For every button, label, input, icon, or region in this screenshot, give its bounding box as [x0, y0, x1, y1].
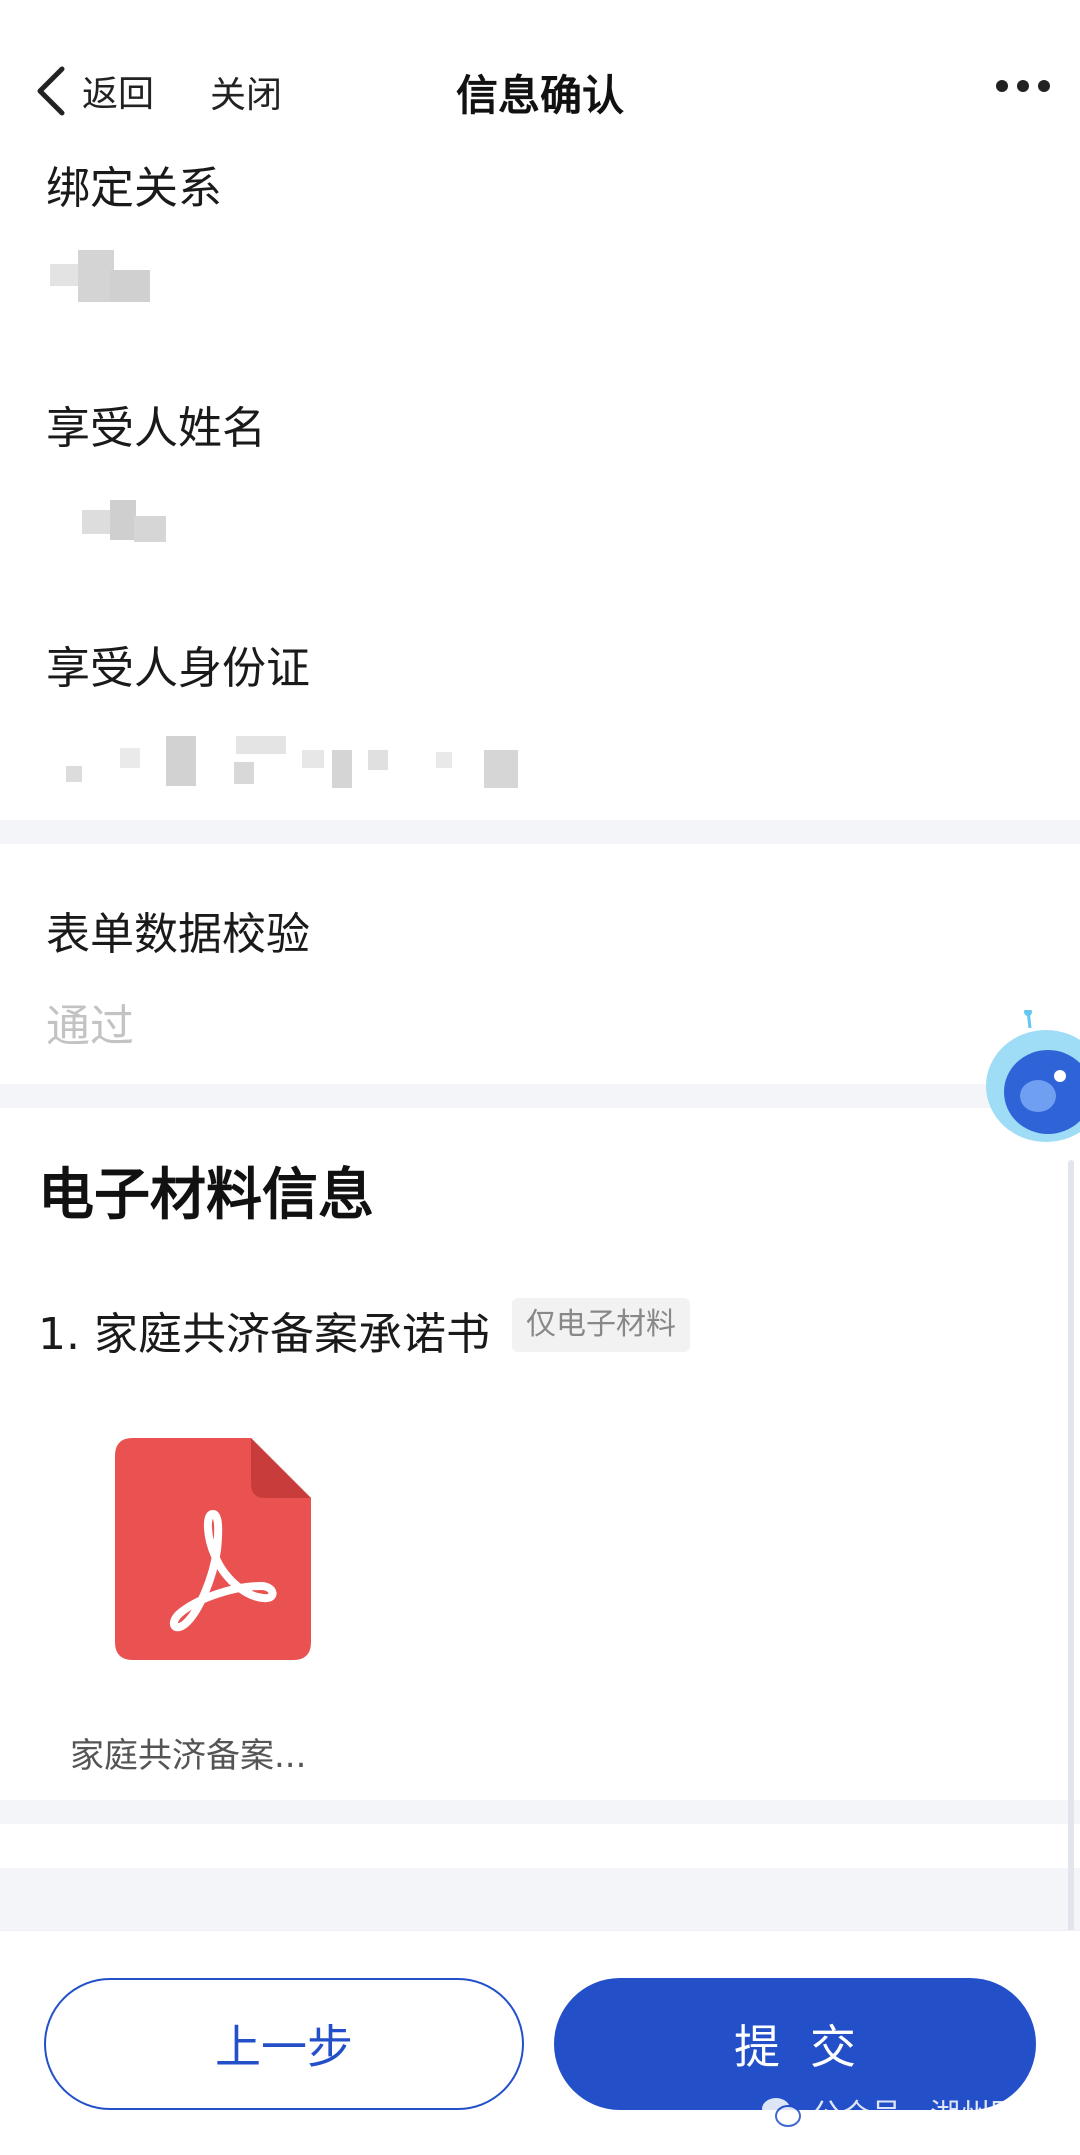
binding-relation-label: 绑定关系 — [46, 163, 222, 214]
previous-step-button[interactable]: 上一步 — [44, 1978, 524, 2110]
page-title: 信息确认 — [455, 71, 624, 120]
bottom-spacer — [0, 1868, 1080, 1930]
file-name[interactable]: 家庭共济备案... — [70, 1728, 306, 1777]
more-dots-icon[interactable] — [996, 80, 1050, 92]
pdf-file-icon[interactable] — [115, 1438, 311, 1660]
electronic-only-badge: 仅电子材料 — [512, 1298, 690, 1352]
watermark-text: 公众号 · 湖州医保 — [811, 2098, 1050, 2133]
beneficiary-name-redacted — [82, 500, 172, 544]
assistant-mascot-icon[interactable] — [982, 1010, 1080, 1170]
materials-section-title: 电子材料信息 — [38, 1163, 374, 1228]
beneficiary-id-redacted — [66, 736, 526, 790]
form-validation-value: 通过 — [46, 1001, 134, 1052]
section-divider — [0, 820, 1080, 844]
nav-bar: 返回 关闭 信息确认 — [0, 0, 1080, 170]
watermark: 公众号 · 湖州医保 — [761, 2090, 1050, 2134]
form-validation-label: 表单数据校验 — [46, 909, 310, 960]
binding-relation-redacted — [50, 250, 160, 304]
beneficiary-name-label: 享受人姓名 — [46, 403, 266, 454]
beneficiary-id-label: 享受人身份证 — [46, 643, 310, 694]
material-item-title: 1. 家庭共济备案承诺书 — [38, 1309, 490, 1360]
section-divider — [0, 1800, 1080, 1824]
section-divider — [0, 1084, 1080, 1108]
wechat-icon — [762, 2098, 802, 2127]
